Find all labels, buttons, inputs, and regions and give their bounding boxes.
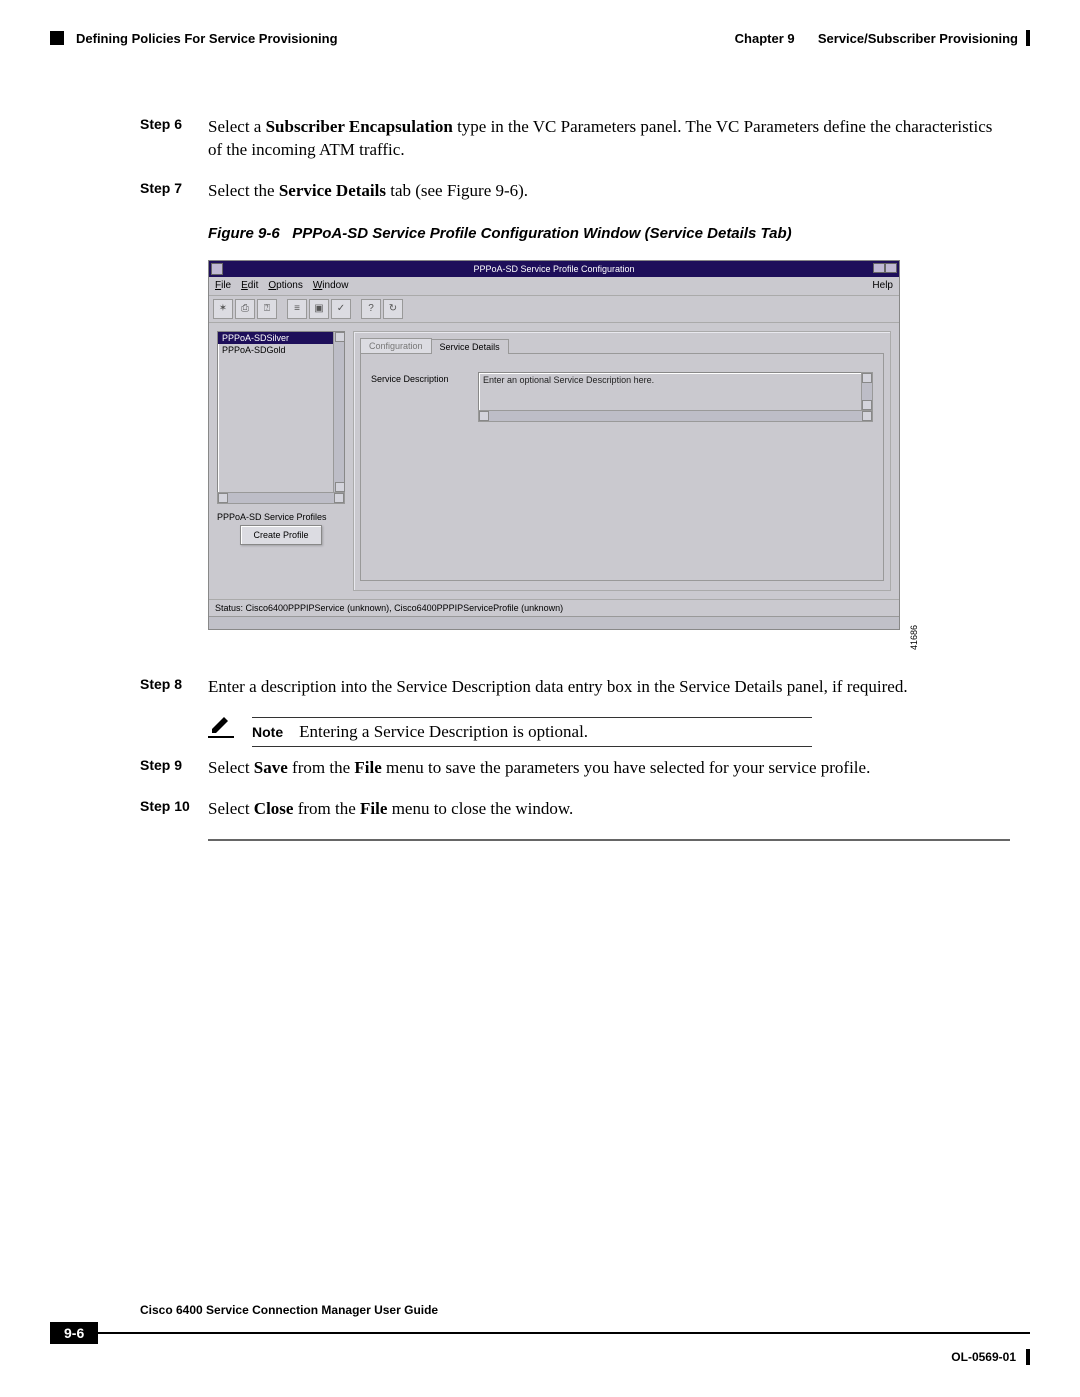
create-profile-button[interactable]: Create Profile [240, 525, 321, 545]
figure-caption: Figure 9-6 PPPoA-SD Service Profile Conf… [140, 225, 1010, 242]
tab-service-details[interactable]: Service Details [431, 339, 509, 354]
page-header: Defining Policies For Service Provisioni… [50, 30, 1030, 46]
figure-id: 41686 [909, 625, 919, 650]
step-label: Step 9 [140, 757, 208, 780]
step-text: Select the Service Details tab (see Figu… [208, 180, 1010, 203]
note-block: Note Entering a Service Description is o… [208, 717, 1010, 747]
doc-id: OL-0569-01 [951, 1350, 1016, 1364]
page-footer: Cisco 6400 Service Connection Manager Us… [50, 1303, 1030, 1365]
scrollbar-vertical[interactable] [333, 332, 344, 492]
status-bar: Status: Cisco6400PPPIPService (unknown),… [209, 599, 899, 616]
toolbar-print-icon[interactable]: ⎙ [235, 299, 255, 319]
step-7: Step 7 Select the Service Details tab (s… [140, 180, 1010, 203]
window-title: PPPoA-SD Service Profile Configuration [473, 264, 634, 274]
footer-guide-title: Cisco 6400 Service Connection Manager Us… [50, 1303, 1030, 1321]
step-label: Step 8 [140, 676, 208, 699]
list-item[interactable]: PPPoA-SDGold [218, 344, 344, 356]
scrollbar-horizontal[interactable] [478, 410, 873, 422]
profile-listbox[interactable]: PPPoA-SDSilver PPPoA-SDGold [217, 331, 345, 493]
step-10: Step 10 Select Close from the File menu … [140, 798, 1010, 821]
scrollbar-horizontal[interactable] [217, 492, 345, 504]
step-9: Step 9 Select Save from the File menu to… [140, 757, 1010, 780]
service-description-input[interactable]: Enter an optional Service Description he… [478, 372, 873, 422]
gui-titlebar: PPPoA-SD Service Profile Configuration [209, 261, 899, 277]
chapter-number: Chapter 9 [735, 31, 795, 46]
details-panel: Configuration Service Details Service De… [353, 331, 891, 591]
step-label: Step 7 [140, 180, 208, 203]
note-label: Note [252, 724, 283, 740]
section-end-rule [208, 839, 1010, 841]
note-pencil-icon [208, 717, 234, 738]
page-number: 9-6 [50, 1322, 98, 1344]
window-maximize-icon[interactable] [885, 263, 897, 273]
window-minimize-icon[interactable] [873, 263, 885, 273]
toolbar-check-icon[interactable]: ✓ [331, 299, 351, 319]
menu-edit[interactable]: Edit [241, 280, 258, 291]
list-item[interactable]: PPPoA-SDSilver [218, 332, 344, 344]
step-text: Select a Subscriber Encapsulation type i… [208, 116, 1010, 162]
step-label: Step 10 [140, 798, 208, 821]
step-6: Step 6 Select a Subscriber Encapsulation… [140, 116, 1010, 162]
gui-menubar: File Edit Options Window Help [209, 277, 899, 296]
toolbar-btn-5[interactable]: ▣ [309, 299, 329, 319]
profile-list-label: PPPoA-SD Service Profiles [217, 512, 345, 522]
chapter-title: Service/Subscriber Provisioning [818, 31, 1018, 46]
toolbar-btn-1[interactable]: ✶ [213, 299, 233, 319]
window-resize-bar [209, 616, 899, 629]
toolbar-help-icon[interactable]: ? [361, 299, 381, 319]
profile-list-panel: PPPoA-SDSilver PPPoA-SDGold PPPoA-SD Ser… [217, 331, 345, 591]
step-text: Select Save from the File menu to save t… [208, 757, 1010, 780]
menu-help[interactable]: Help [872, 280, 893, 291]
gui-toolbar: ✶ ⎙ ⍰ ≡ ▣ ✓ ? ↻ [209, 296, 899, 323]
menu-file[interactable]: File [215, 280, 231, 291]
section-title: Defining Policies For Service Provisioni… [76, 31, 338, 46]
toolbar-refresh-icon[interactable]: ↻ [383, 299, 403, 319]
step-text: Enter a description into the Service Des… [208, 676, 1010, 699]
scrollbar-vertical[interactable] [861, 372, 873, 411]
toolbar-btn-4[interactable]: ≡ [287, 299, 307, 319]
tab-configuration[interactable]: Configuration [360, 338, 432, 353]
menu-options[interactable]: Options [268, 280, 302, 291]
gui-window: PPPoA-SD Service Profile Configuration F… [208, 260, 900, 630]
header-marker-left [50, 31, 64, 45]
menu-window[interactable]: Window [313, 280, 349, 291]
step-8: Step 8 Enter a description into the Serv… [140, 676, 1010, 699]
window-system-menu-icon[interactable] [211, 263, 223, 275]
toolbar-btn-3[interactable]: ⍰ [257, 299, 277, 319]
header-marker-right [1026, 30, 1030, 46]
note-text: Entering a Service Description is option… [299, 722, 588, 742]
step-label: Step 6 [140, 116, 208, 162]
service-description-label: Service Description [371, 372, 466, 384]
footer-marker [1026, 1349, 1030, 1365]
step-text: Select Close from the File menu to close… [208, 798, 1010, 821]
